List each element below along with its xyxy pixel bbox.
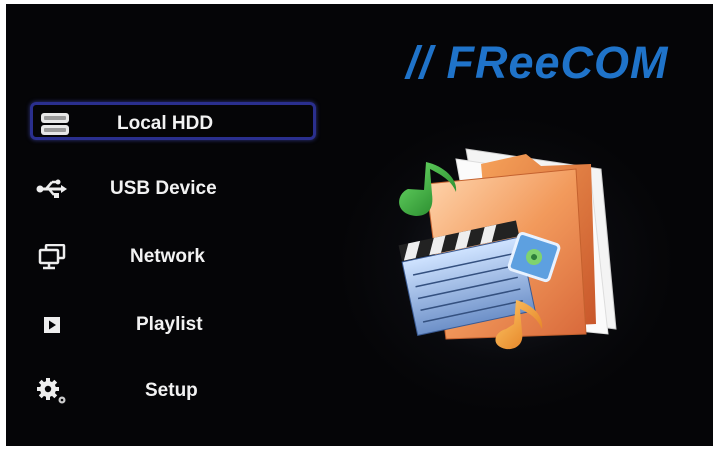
- freecom-logo: // FReeCOM: [406, 37, 669, 88]
- menu-item-setup[interactable]: Setup: [30, 372, 316, 410]
- network-icon: [36, 244, 68, 270]
- hdd-icon: [39, 111, 71, 137]
- playlist-icon: [36, 312, 68, 338]
- gear-icon: [36, 378, 68, 404]
- tv-screen: // FReeCOM Local HDD USB Device Network …: [6, 4, 713, 446]
- menu-label-network: Network: [130, 246, 205, 267]
- menu-label-setup: Setup: [145, 380, 198, 401]
- media-folder-illustration: [398, 148, 617, 350]
- menu-item-usb-device[interactable]: USB Device: [30, 170, 316, 208]
- menu-item-network[interactable]: Network: [30, 238, 316, 276]
- menu-label-local-hdd: Local HDD: [117, 113, 214, 134]
- menu-label-playlist: Playlist: [136, 314, 203, 335]
- menu-label-usb-device: USB Device: [110, 178, 217, 199]
- menu-item-playlist[interactable]: Playlist: [30, 306, 316, 344]
- menu-item-local-hdd[interactable]: Local HDD: [30, 102, 316, 140]
- usb-icon: [36, 176, 68, 202]
